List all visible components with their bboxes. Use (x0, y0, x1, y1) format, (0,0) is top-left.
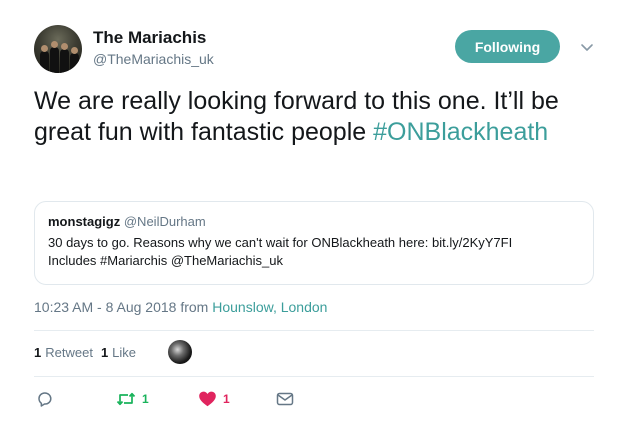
divider (34, 376, 594, 377)
like-stat-count: 1 (100, 345, 109, 360)
divider (34, 330, 594, 331)
retweet-stat[interactable]: 1 Retweet (34, 345, 93, 360)
direct-message-button[interactable] (276, 391, 294, 407)
liker-avatar[interactable] (168, 340, 192, 364)
message-icon (276, 392, 294, 406)
retweet-button[interactable]: 1 (116, 390, 149, 408)
quoted-tweet-line-2: Includes #Mariarchis @TheMariachis_uk (48, 253, 284, 268)
heart-icon (199, 391, 216, 407)
like-stat-label: Like (112, 345, 137, 360)
tweet-timestamp[interactable]: 10:23 AM - 8 Aug 2018 from (34, 299, 208, 315)
retweet-count: 1 (142, 392, 149, 406)
retweet-icon (116, 392, 136, 406)
author-avatar[interactable] (34, 25, 82, 73)
tweet-location[interactable]: Hounslow, London (212, 299, 327, 315)
following-button[interactable]: Following (455, 30, 560, 63)
quoted-tweet[interactable]: monstagigz @NeilDurham 30 days to go. Re… (34, 201, 594, 285)
engagement-stats: 1 Retweet 1 Like (34, 345, 144, 360)
tweet-meta: 10:23 AM - 8 Aug 2018 from Hounslow, Lon… (34, 299, 327, 315)
author-handle[interactable]: @TheMariachis_uk (93, 51, 214, 67)
quoted-tweet-line-1: 30 days to go. Reasons why we can't wait… (48, 235, 513, 250)
tweet-text: We are really looking forward to this on… (34, 86, 614, 148)
quoted-tweet-header: monstagigz @NeilDurham (48, 214, 580, 230)
reply-icon (38, 392, 52, 407)
quoted-tweet-text: 30 days to go. Reasons why we can't wait… (48, 234, 580, 270)
chevron-down-icon[interactable] (578, 38, 596, 56)
quoted-tweet-author-handle: @NeilDurham (123, 214, 206, 229)
author-display-name[interactable]: The Mariachis (93, 28, 206, 48)
tweet-actions: 1 1 (0, 388, 632, 410)
reply-button[interactable] (36, 390, 54, 408)
hashtag-link[interactable]: #ONBlackheath (373, 118, 548, 146)
quoted-tweet-author-name: monstagigz (48, 214, 121, 229)
retweet-stat-count: 1 (34, 345, 42, 360)
like-button[interactable]: 1 (198, 390, 230, 408)
like-stat[interactable]: 1 Like (101, 345, 136, 360)
like-count: 1 (223, 392, 230, 406)
retweet-stat-label: Retweet (45, 345, 93, 360)
